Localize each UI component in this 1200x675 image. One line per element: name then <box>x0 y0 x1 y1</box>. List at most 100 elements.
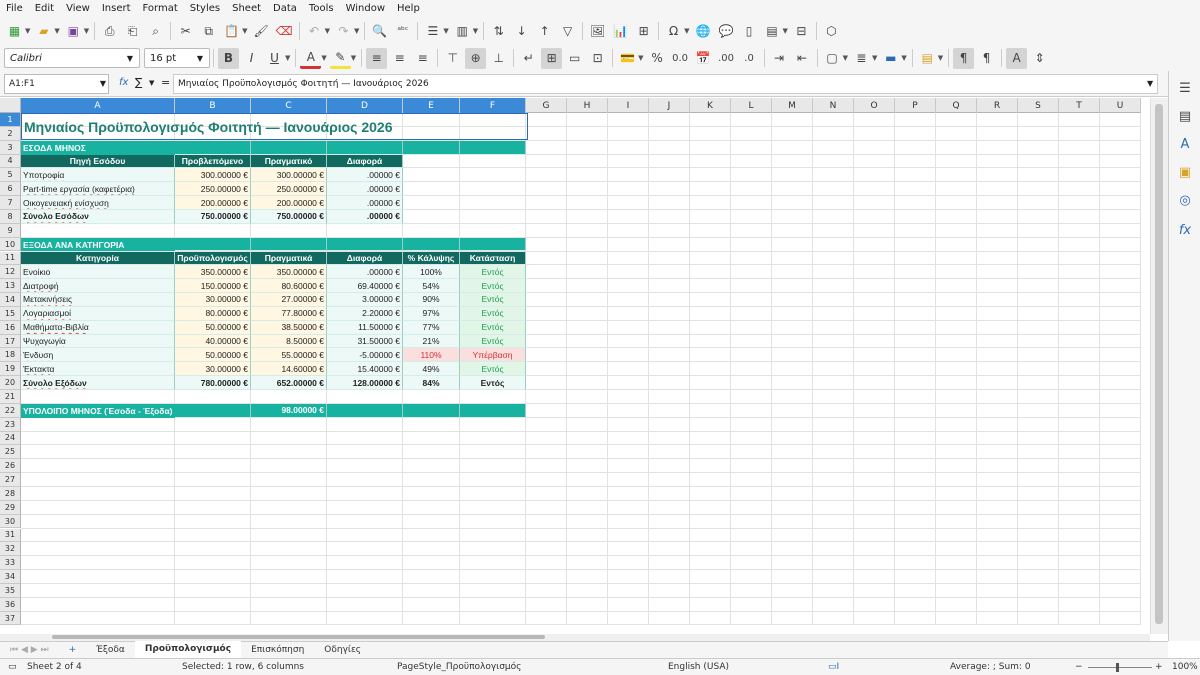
expand-formula-icon[interactable]: ▼ <box>1147 79 1153 88</box>
insert-chart-icon[interactable]: 📊 <box>610 21 631 42</box>
borders-icon[interactable]: ▢ <box>822 48 843 69</box>
cell-B13[interactable]: 150.00000 € <box>175 279 251 294</box>
sort-ascending-icon[interactable]: ↓ <box>511 21 532 42</box>
expense-header[interactable]: Διαφορά <box>327 251 403 266</box>
expense-header[interactable]: % Κάλυψης <box>403 251 460 266</box>
merge-cells-icon[interactable]: ▭ <box>564 48 585 69</box>
column-header[interactable]: T <box>1059 98 1100 113</box>
special-character-icon[interactable]: Ω <box>663 21 684 42</box>
menu-window[interactable]: Window <box>340 0 391 17</box>
tab-instructions[interactable]: Οδηγίες <box>314 642 371 659</box>
cut-icon[interactable]: ✂ <box>175 21 196 42</box>
row-header[interactable]: 11 <box>0 251 21 266</box>
align-right-icon[interactable]: ≡ <box>412 48 433 69</box>
row-header[interactable]: 12 <box>0 265 21 280</box>
new-document-icon[interactable]: ▦ <box>4 21 25 42</box>
status-badge[interactable]: Εντός <box>460 320 526 335</box>
column-header[interactable]: G <box>526 98 567 113</box>
cell-A18[interactable]: Ένδυση <box>21 348 175 363</box>
border-color-dropdown-icon[interactable]: ▼ <box>901 54 906 62</box>
cell-D10[interactable] <box>327 237 403 252</box>
row-icon[interactable]: ☰ <box>422 21 443 42</box>
row-dropdown-icon[interactable]: ▼ <box>443 27 448 35</box>
column-dropdown-icon[interactable]: ▼ <box>473 27 478 35</box>
text-direction-rtl-icon[interactable]: ¶ <box>976 48 997 69</box>
cell-B18[interactable]: 50.00000 € <box>175 348 251 363</box>
column-header[interactable]: H <box>567 98 608 113</box>
menu-help[interactable]: Help <box>391 0 426 17</box>
undo-icon[interactable]: ↶ <box>304 21 325 42</box>
select-all-corner[interactable] <box>0 98 21 113</box>
income-section-header[interactable]: ΕΣΟΔΑ ΜΗΝΟΣ <box>21 140 175 155</box>
cell-D15[interactable]: 2.20000 € <box>327 306 403 321</box>
status-badge[interactable]: Εντός <box>460 334 526 349</box>
row-header[interactable]: 10 <box>0 237 21 252</box>
menu-file[interactable]: File <box>0 0 29 17</box>
row-header[interactable]: 36 <box>0 597 21 612</box>
cell-C19[interactable]: 14.60000 € <box>251 362 327 377</box>
underline-dropdown-icon[interactable]: ▼ <box>285 54 290 62</box>
status-badge[interactable]: Εντός <box>460 265 526 280</box>
cell-D13[interactable]: 69.40000 € <box>327 279 403 294</box>
sheet-title[interactable]: Μηνιαίος Προϋπολογισμός Φοιτητή — Ιανουά… <box>21 113 528 140</box>
borders-dropdown-icon[interactable]: ▼ <box>843 54 848 62</box>
vertical-scrollbar[interactable] <box>1150 98 1168 634</box>
cell-A13[interactable]: Διατροφή <box>21 279 175 294</box>
cell-C3[interactable] <box>251 140 327 155</box>
italic-icon[interactable]: I <box>241 48 262 69</box>
cell-D19[interactable]: 15.40000 € <box>327 362 403 377</box>
row-header[interactable]: 16 <box>0 320 21 335</box>
row-header[interactable]: 7 <box>0 196 21 210</box>
cell-A19[interactable]: Έκτακτα <box>21 362 175 377</box>
sheet-nav-arrows-icon[interactable]: ⏮ ◀ ▶ ⏭ <box>0 642 59 659</box>
menu-data[interactable]: Data <box>267 0 303 17</box>
print-icon[interactable]: ⎗ <box>122 21 143 42</box>
highlight-color-icon[interactable]: ✎ <box>329 48 351 69</box>
cell-E3[interactable] <box>403 140 460 155</box>
row-header[interactable]: 26 <box>0 459 21 474</box>
cell-C5[interactable]: 300.00000 € <box>251 168 327 183</box>
cell-D17[interactable]: 31.50000 € <box>327 334 403 349</box>
cell-C16[interactable]: 38.50000 € <box>251 320 327 335</box>
income-header[interactable]: Πραγματικό <box>251 154 327 169</box>
cell-D14[interactable]: 3.00000 € <box>327 293 403 307</box>
redo-dropdown-icon[interactable]: ▼ <box>354 27 359 35</box>
hyperlink-icon[interactable]: 🌐 <box>693 21 714 42</box>
cell-B7[interactable]: 200.00000 € <box>175 196 251 210</box>
cell-F3[interactable] <box>460 140 526 155</box>
align-middle-icon[interactable]: ⊕ <box>465 47 487 69</box>
menu-sheet[interactable]: Sheet <box>226 0 267 17</box>
name-box-dropdown-icon[interactable]: ▼ <box>100 79 106 88</box>
pivot-table-icon[interactable]: ⊞ <box>633 21 654 42</box>
percent-format-icon[interactable]: % <box>647 48 668 69</box>
expense-header[interactable]: Πραγματικά <box>251 251 327 266</box>
cell-E10[interactable] <box>403 237 460 252</box>
status-badge[interactable]: Υπέρβαση <box>460 348 526 363</box>
cell-B14[interactable]: 30.00000 € <box>175 293 251 307</box>
column-header[interactable]: J <box>649 98 690 113</box>
border-style-dropdown-icon[interactable]: ▼ <box>872 54 877 62</box>
balance-value[interactable]: 98.00000 € <box>251 403 327 418</box>
status-badge[interactable]: Εντός <box>460 293 526 307</box>
show-draw-functions-icon[interactable]: ⬡ <box>821 21 842 42</box>
zoom-in-icon[interactable]: + <box>1155 662 1163 672</box>
column-header[interactable]: B <box>175 98 251 113</box>
name-box[interactable]: A1:F1 ▼ <box>4 73 109 94</box>
column-header[interactable]: L <box>731 98 772 113</box>
cell-B19[interactable]: 30.00000 € <box>175 362 251 377</box>
row-header[interactable]: 1 <box>0 113 21 127</box>
export-pdf-icon[interactable]: ⎙ <box>99 21 120 42</box>
underline-icon[interactable]: U <box>264 48 285 69</box>
zoom-level[interactable]: 100% <box>1172 662 1198 672</box>
save-dropdown-icon[interactable]: ▼ <box>84 27 89 35</box>
cell-B8[interactable]: 750.00000 € <box>175 209 251 224</box>
row-header[interactable]: 18 <box>0 348 21 363</box>
border-color-icon[interactable]: ▬ <box>880 48 901 69</box>
cell-C15[interactable]: 77.80000 € <box>251 306 327 321</box>
align-bottom-icon[interactable]: ⊥ <box>488 48 509 69</box>
navigator-icon[interactable]: ◎ <box>1176 191 1194 209</box>
cell-D12[interactable]: .00000 € <box>327 265 403 280</box>
row-header[interactable]: 20 <box>0 376 21 390</box>
cell-C17[interactable]: 8.50000 € <box>251 334 327 349</box>
zoom-slider-thumb[interactable] <box>1116 663 1119 672</box>
